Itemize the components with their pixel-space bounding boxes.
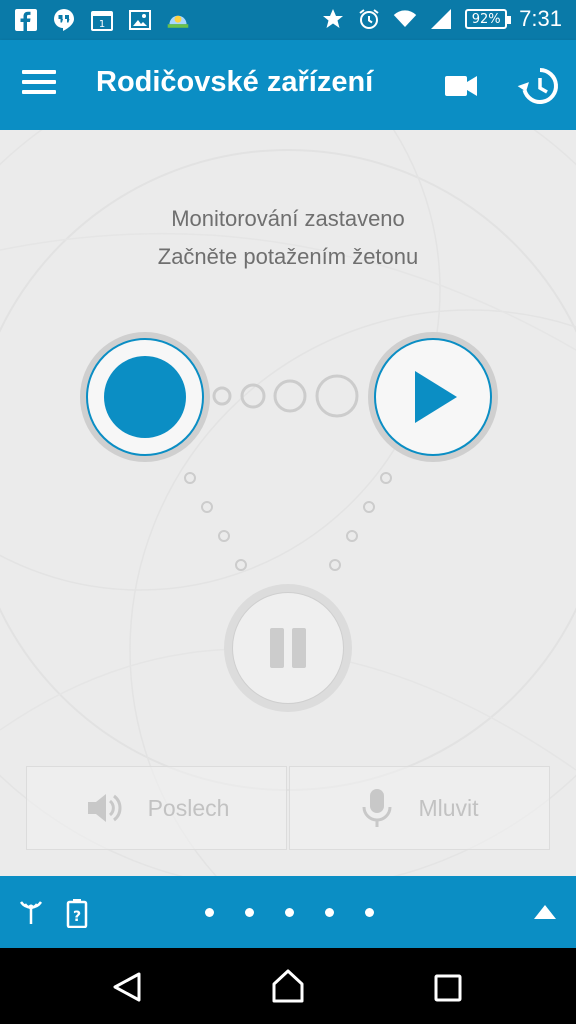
track-dot xyxy=(184,472,196,484)
menu-icon-line xyxy=(22,90,56,94)
page-dot[interactable] xyxy=(325,908,334,917)
track-dot xyxy=(329,559,341,571)
weather-icon xyxy=(166,8,190,32)
main-area: Monitorování zastaveno Začněte potažením… xyxy=(0,130,576,876)
pause-target[interactable] xyxy=(224,584,352,712)
play-target-ring xyxy=(374,338,492,456)
antenna-icon xyxy=(19,901,43,924)
page-dot[interactable] xyxy=(205,908,214,917)
pause-bar xyxy=(292,628,306,668)
track-dot xyxy=(235,559,247,571)
pause-target-ring xyxy=(232,592,344,704)
speaker-icon xyxy=(87,794,121,822)
recent-apps-button[interactable] xyxy=(434,974,462,1002)
expand-up-button[interactable] xyxy=(532,902,558,922)
video-camera-button[interactable] xyxy=(442,68,482,104)
clock: 7:31 xyxy=(519,6,562,31)
drag-token-dot xyxy=(104,356,186,438)
track-dot xyxy=(240,383,266,409)
back-icon xyxy=(113,972,141,1002)
play-target[interactable] xyxy=(368,332,498,462)
menu-icon-line xyxy=(22,70,56,74)
home-icon xyxy=(272,969,304,1003)
track-dot xyxy=(218,530,230,542)
pause-bar xyxy=(270,628,284,668)
battery-level: 92% xyxy=(471,11,501,27)
battery-unknown-icon: ? xyxy=(66,899,88,928)
play-icon xyxy=(415,371,457,423)
history-icon xyxy=(517,68,558,104)
drag-token-ring xyxy=(86,338,204,456)
alarm-icon xyxy=(357,7,381,31)
navigation-bar xyxy=(0,948,576,1024)
menu-button[interactable] xyxy=(22,70,62,102)
star-icon xyxy=(321,7,345,31)
svg-text:1: 1 xyxy=(99,19,105,30)
page-indicator xyxy=(205,908,374,917)
page-dot[interactable] xyxy=(245,908,254,917)
track-dot xyxy=(273,379,307,413)
track-dot xyxy=(315,374,359,418)
track-dot xyxy=(201,501,213,513)
facebook-icon xyxy=(14,8,38,32)
track-dot xyxy=(363,501,375,513)
video-camera-icon xyxy=(445,76,477,96)
calendar-icon: 1 xyxy=(90,8,114,32)
recent-apps-icon xyxy=(434,974,462,1002)
track-dot xyxy=(346,530,358,542)
bottom-bar: ? xyxy=(0,876,576,948)
hangouts-icon xyxy=(52,8,76,32)
battery-icon: 92% xyxy=(465,9,512,29)
home-button[interactable] xyxy=(270,968,306,1004)
wifi-icon xyxy=(393,7,417,31)
page-dot[interactable] xyxy=(285,908,294,917)
status-bar: 1 92% 7:31 xyxy=(0,0,576,40)
listen-label: Poslech xyxy=(147,794,230,821)
listen-button[interactable]: Poslech xyxy=(26,766,287,850)
drag-track xyxy=(184,374,392,571)
speak-button[interactable]: Mluvit xyxy=(289,766,550,850)
track-dot xyxy=(212,386,232,406)
gallery-icon xyxy=(128,8,152,32)
back-button[interactable] xyxy=(110,970,144,1004)
app-bar: Rodičovské zařízení xyxy=(0,40,576,130)
page-title: Rodičovské zařízení xyxy=(96,66,374,98)
page-dot[interactable] xyxy=(365,908,374,917)
signal-icon xyxy=(429,7,453,31)
svg-text:?: ? xyxy=(73,909,81,925)
pause-icon xyxy=(270,628,306,668)
microphone-icon xyxy=(362,789,392,827)
drag-token[interactable] xyxy=(80,332,210,462)
speak-label: Mluvit xyxy=(418,794,479,821)
menu-icon-line xyxy=(22,80,56,84)
track-dot xyxy=(380,472,392,484)
history-button[interactable] xyxy=(516,64,560,108)
triangle-up-icon xyxy=(534,905,556,919)
